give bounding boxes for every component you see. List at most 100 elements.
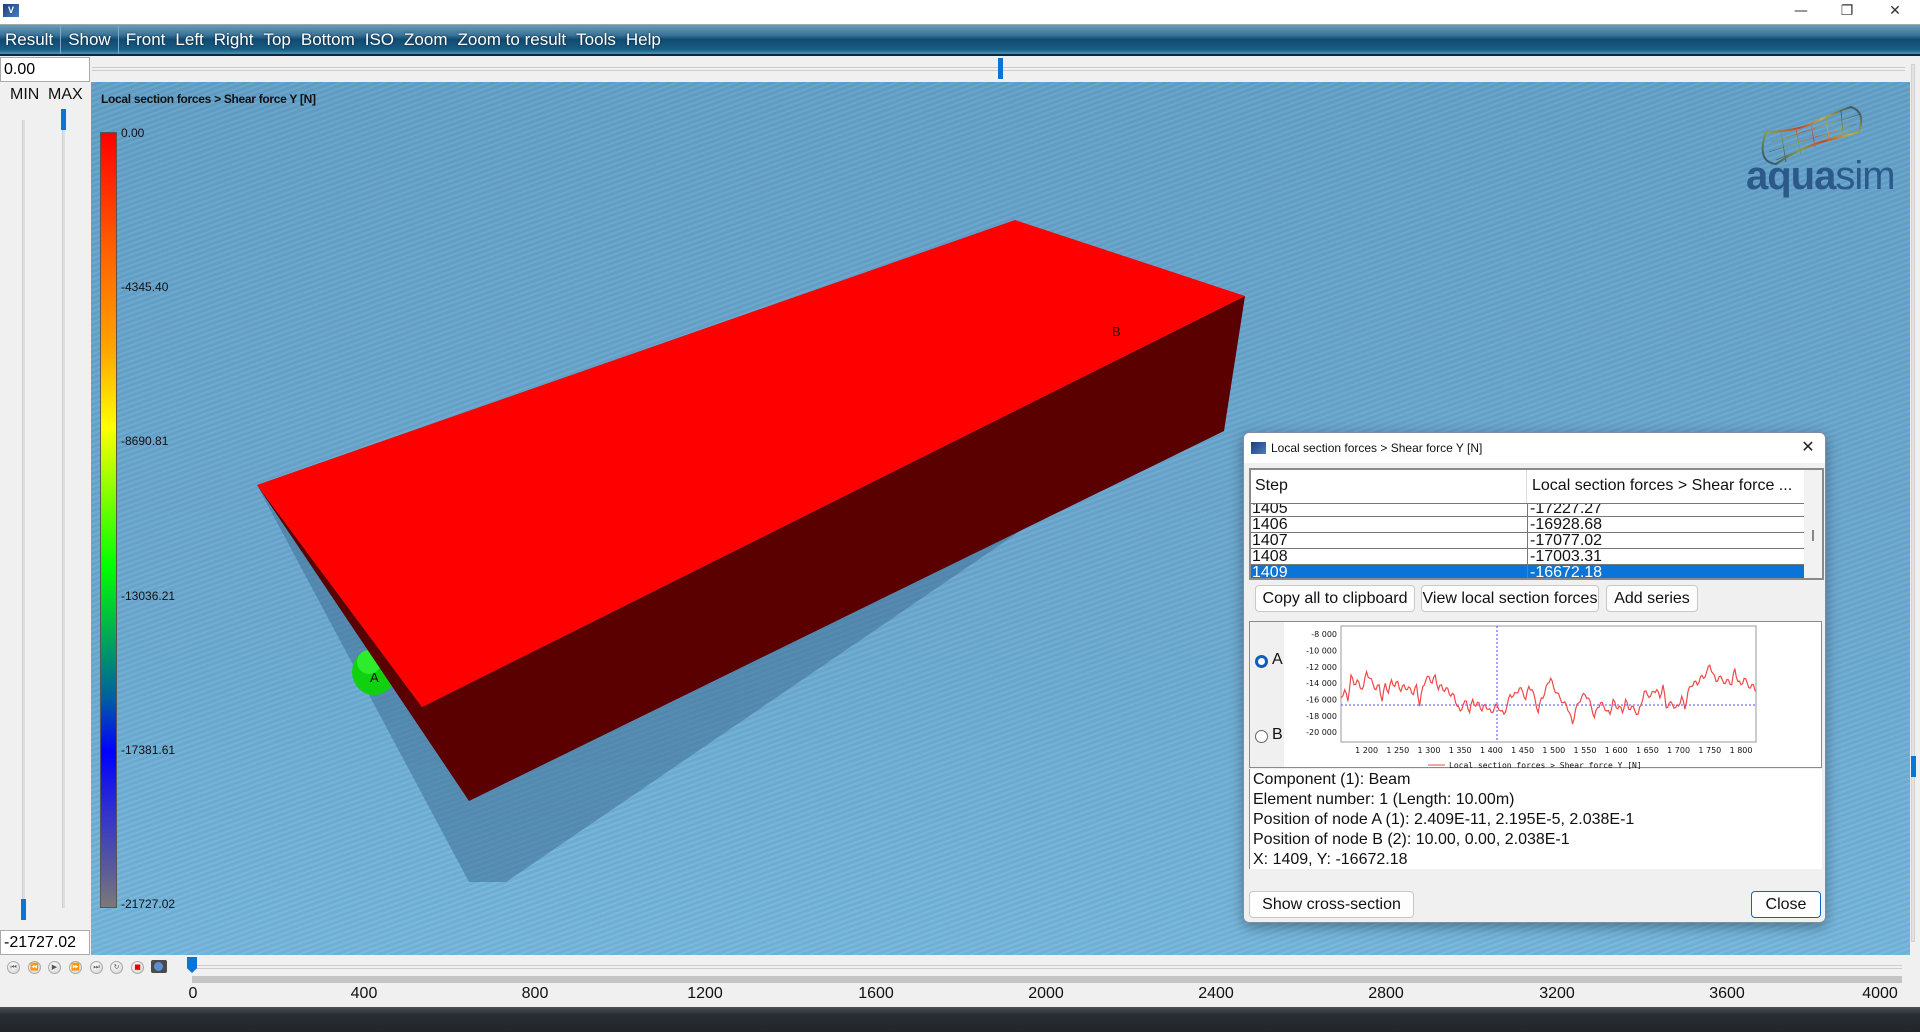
camera-icon[interactable] bbox=[151, 960, 167, 973]
top-slider-thumb[interactable] bbox=[998, 58, 1003, 79]
taskbar bbox=[0, 1007, 1920, 1032]
menu-front[interactable]: Front bbox=[121, 30, 171, 50]
record-icon[interactable]: ■ bbox=[131, 961, 144, 974]
timeline-tick: 2400 bbox=[1198, 985, 1234, 1002]
timeline-tick: 400 bbox=[350, 985, 378, 1002]
menu-top[interactable]: Top bbox=[258, 30, 295, 50]
cell-value: -17227.27 bbox=[1527, 504, 1602, 516]
menu-zoom-to-result[interactable]: Zoom to result bbox=[453, 30, 572, 50]
timeline-tick: 0 bbox=[188, 985, 198, 1002]
x-tick-label: 1 600 bbox=[1605, 746, 1628, 755]
node-a-label: A bbox=[370, 670, 379, 685]
loop-icon[interactable]: ↻ bbox=[110, 961, 123, 974]
menu-bottom[interactable]: Bottom bbox=[296, 30, 360, 50]
dialog-close-icon[interactable]: ✕ bbox=[1797, 436, 1819, 458]
close-window-button[interactable]: ✕ bbox=[1872, 0, 1918, 22]
section-forces-dialog: Local section forces > Shear force Y [N]… bbox=[1243, 432, 1826, 923]
max-slider-thumb[interactable] bbox=[61, 109, 66, 130]
info-cursor-xy: X: 1409, Y: -16672.18 bbox=[1253, 851, 1408, 868]
restore-button[interactable]: ❐ bbox=[1824, 0, 1870, 22]
dialog-titlebar: Local section forces > Shear force Y [N]… bbox=[1244, 433, 1825, 463]
timeline-tick: 800 bbox=[521, 985, 549, 1002]
timeline-tick: 1200 bbox=[687, 985, 723, 1002]
max-label: MAX bbox=[48, 86, 83, 103]
legend-label: -21727.02 bbox=[121, 897, 176, 911]
right-slider-track[interactable] bbox=[1911, 64, 1915, 942]
legend-label: -13036.21 bbox=[121, 589, 176, 603]
cell-step: 1406 bbox=[1252, 516, 1288, 533]
window-titlebar: V — ❐ ✕ bbox=[0, 0, 1920, 24]
menu-right[interactable]: Right bbox=[209, 30, 259, 50]
table-scrollbar[interactable] bbox=[1804, 470, 1822, 578]
info-component: Component (1): Beam bbox=[1253, 771, 1411, 788]
column-header-step[interactable]: Step bbox=[1251, 470, 1527, 503]
timeline-tick: 1600 bbox=[858, 985, 894, 1002]
menu-separator bbox=[117, 25, 119, 54]
info-element-number: Element number: 1 (Length: 10.00m) bbox=[1253, 791, 1515, 808]
play-icon[interactable]: ▶ bbox=[48, 961, 61, 974]
menu-bar: Result Show Front Left Right Top Bottom … bbox=[0, 24, 1920, 56]
first-frame-icon[interactable]: ⏮ bbox=[7, 961, 20, 974]
x-tick-label: 1 800 bbox=[1730, 746, 1753, 755]
info-node-a-position: Position of node A (1): 2.409E-11, 2.195… bbox=[1253, 811, 1635, 828]
y-tick-label: -20 000 bbox=[1306, 728, 1337, 737]
menu-separator bbox=[60, 25, 62, 54]
min-slider-track[interactable] bbox=[22, 120, 25, 920]
max-value-field[interactable]: 0.00 bbox=[0, 57, 90, 82]
menu-show[interactable]: Show bbox=[63, 30, 116, 50]
show-cross-section-button[interactable]: Show cross-section bbox=[1249, 891, 1414, 918]
table-row[interactable]: 1405 -17227.27 bbox=[1251, 503, 1804, 516]
table-row[interactable]: 1407 -17077.02 bbox=[1251, 532, 1804, 549]
min-value-field[interactable]: -21727.02 bbox=[0, 930, 90, 955]
x-tick-label: 1 300 bbox=[1418, 746, 1441, 755]
copy-all-to-clipboard-button[interactable]: Copy all to clipboard bbox=[1255, 585, 1415, 612]
x-tick-label: 1 500 bbox=[1542, 746, 1565, 755]
menu-iso[interactable]: ISO bbox=[360, 30, 399, 50]
y-tick-label: -10 000 bbox=[1306, 647, 1337, 656]
cell-step: 1409 bbox=[1252, 564, 1288, 580]
y-tick-label: -16 000 bbox=[1306, 696, 1337, 705]
color-legend-bar bbox=[100, 132, 117, 908]
cell-value: -17003.31 bbox=[1527, 549, 1602, 565]
legend-label: -4345.40 bbox=[121, 280, 169, 294]
table-row[interactable]: 1408 -17003.31 bbox=[1251, 548, 1804, 565]
view-local-section-forces-button[interactable]: View local section forces bbox=[1421, 585, 1599, 612]
x-tick-label: 1 200 bbox=[1355, 746, 1378, 755]
x-tick-label: 1 250 bbox=[1386, 746, 1409, 755]
table-scrollbar-thumb[interactable] bbox=[1812, 530, 1814, 541]
chart-svg[interactable]: -8 000 -10 000 -12 000 -14 000 -16 000 -18 00… bbox=[1250, 622, 1823, 769]
dialog-close-button[interactable]: Close bbox=[1751, 891, 1821, 918]
cell-value: -17077.02 bbox=[1527, 533, 1602, 549]
menu-help[interactable]: Help bbox=[621, 30, 666, 50]
menu-tools[interactable]: Tools bbox=[571, 30, 621, 50]
timeline-track[interactable] bbox=[192, 965, 1902, 969]
legend-label: -17381.61 bbox=[121, 743, 176, 757]
menu-zoom[interactable]: Zoom bbox=[399, 30, 452, 50]
last-frame-icon[interactable]: ⏭ bbox=[90, 961, 103, 974]
timeline-range-bar[interactable] bbox=[192, 976, 1902, 983]
aquasim-app: V — ❐ ✕ Result Show Front Left Right Top… bbox=[0, 0, 1920, 1032]
menu-left[interactable]: Left bbox=[170, 30, 208, 50]
right-slider-thumb[interactable] bbox=[1911, 756, 1916, 777]
step-back-icon[interactable]: ⏪ bbox=[28, 961, 41, 974]
cell-value: -16672.18 bbox=[1527, 565, 1602, 578]
y-tick-label: -14 000 bbox=[1306, 679, 1337, 688]
column-header-value[interactable]: Local section forces > Shear force ... bbox=[1528, 470, 1806, 503]
table-row[interactable]: 1406 -16928.68 bbox=[1251, 516, 1804, 533]
menu-result[interactable]: Result bbox=[0, 30, 58, 50]
step-forward-icon[interactable]: ⏩ bbox=[69, 961, 82, 974]
x-tick-label: 1 700 bbox=[1667, 746, 1690, 755]
min-slider-thumb[interactable] bbox=[21, 899, 26, 920]
cell-step: 1408 bbox=[1252, 548, 1288, 565]
table-row-selected[interactable]: 1409 -16672.18 bbox=[1251, 564, 1804, 580]
minimize-button[interactable]: — bbox=[1778, 0, 1824, 22]
cell-step: 1407 bbox=[1252, 532, 1288, 549]
logo-text-thin: sim bbox=[1835, 154, 1895, 198]
timeline-tick: 4000 bbox=[1862, 985, 1898, 1002]
x-tick-label: 1 750 bbox=[1698, 746, 1721, 755]
max-slider-track[interactable] bbox=[62, 120, 65, 908]
legend-label: 0.00 bbox=[121, 126, 145, 140]
add-series-button[interactable]: Add series bbox=[1606, 585, 1698, 612]
x-tick-label: 1 400 bbox=[1480, 746, 1503, 755]
legend-label: Local section forces > Shear force Y [N] bbox=[1449, 761, 1642, 769]
